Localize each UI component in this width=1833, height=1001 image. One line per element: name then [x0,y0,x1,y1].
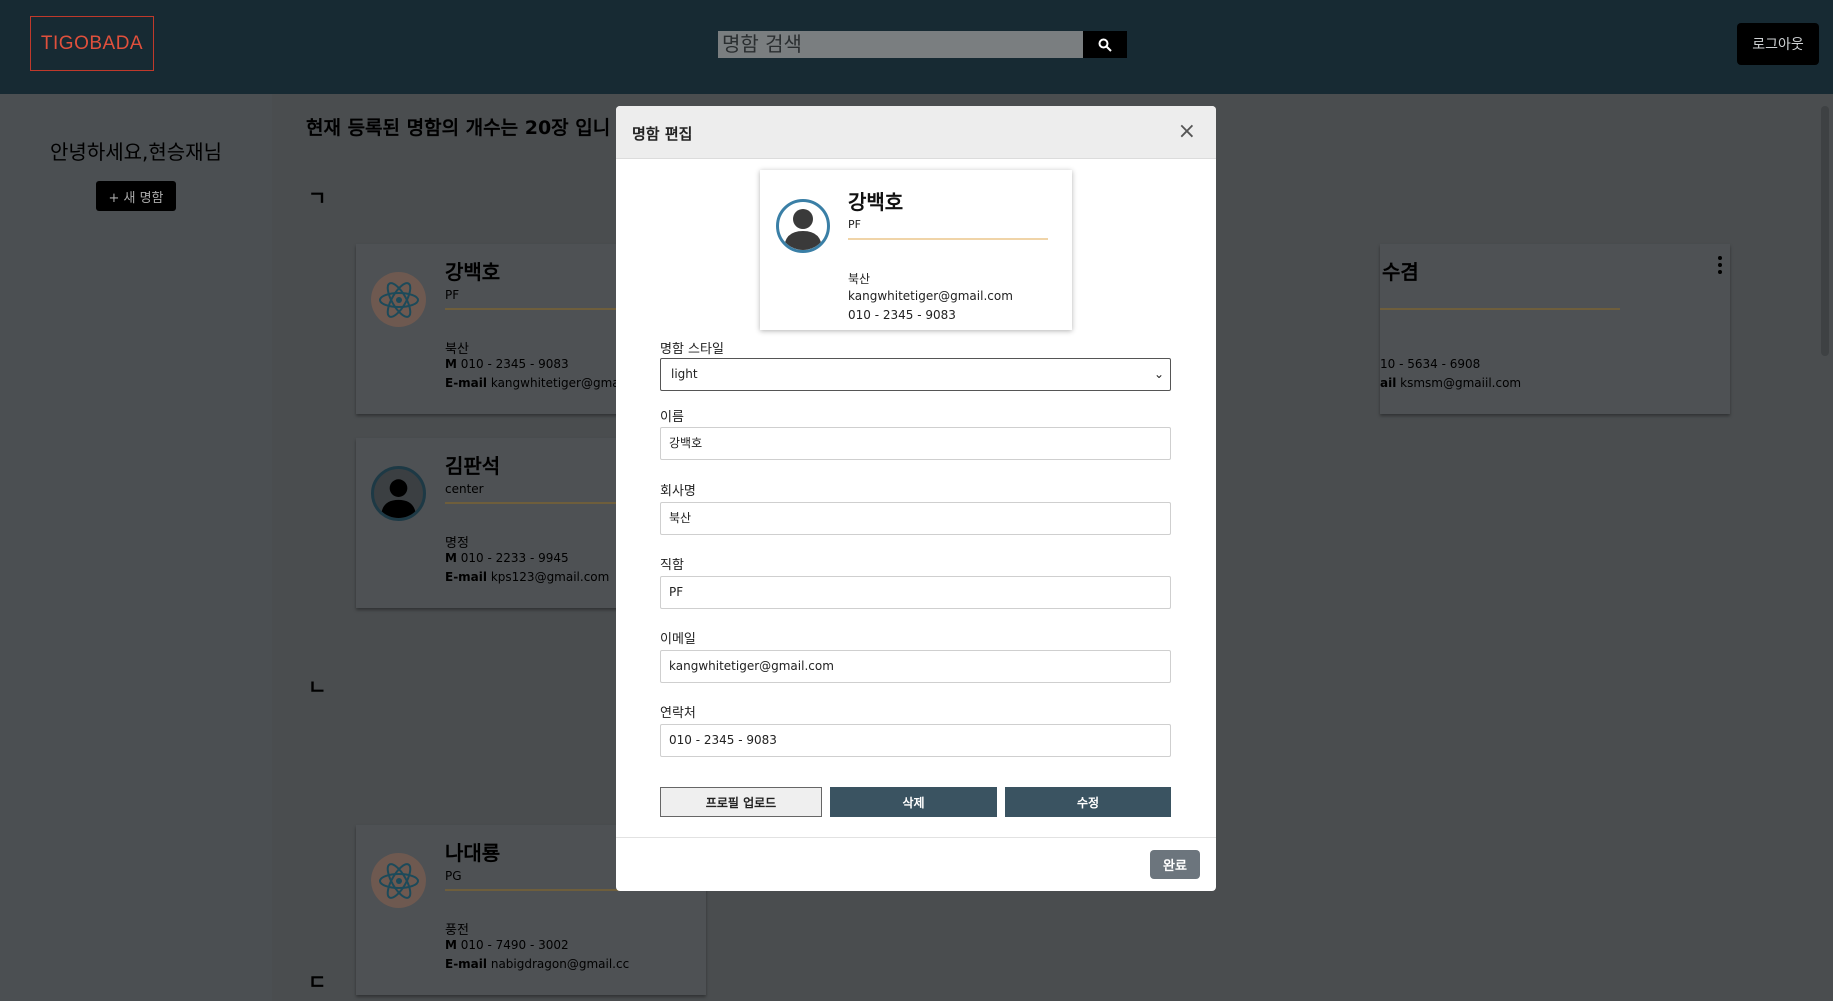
job-title-field[interactable]: PF [660,576,1171,609]
company-field[interactable]: 북산 [660,502,1171,535]
card-divider [1380,308,1620,310]
card-name: 강백호 [445,260,501,284]
modal-header: 명함 편집 × [616,106,1216,159]
delete-button[interactable]: 삭제 [830,787,997,817]
phone-label: 연락처 [660,706,696,721]
phone-value: 010 - 2233 - 9945 [460,551,569,565]
name-field[interactable]: 강백호 [660,427,1171,460]
card-email: E-mail kps123@gmail.com [445,570,609,584]
more-options-icon[interactable] [1718,256,1722,274]
card-company: 풍전 [445,923,469,938]
preview-company: 북산 [848,272,871,286]
preview-phone: 010 - 2345 - 9083 [848,308,956,322]
name-label: 이름 [660,410,684,425]
scrollbar-thumb[interactable] [1821,106,1829,356]
card-preview: 강백호 PF 북산 kangwhitetiger@gmail.com 010 -… [760,170,1072,330]
email-value: ksmsm@gmaiil.com [1400,376,1522,390]
phone-value: 010 - 2345 - 9083 [460,357,569,371]
card-phone: M 010 - 7490 - 3002 [445,938,569,952]
card-email: ail ksmsm@gmaiil.com [1380,376,1521,390]
page-scrollbar[interactable] [1817,94,1833,1001]
email-value: kps123@gmail.com [490,570,610,584]
email-label: ail [1380,376,1397,390]
job-title-label: 직함 [660,558,684,573]
card-company: 북산 [445,342,469,357]
close-icon[interactable]: × [1178,119,1196,144]
new-card-button[interactable]: + 새 명함 [96,181,176,211]
search-icon [1098,38,1112,52]
business-card[interactable]: 수겸 10 - 5634 - 6908 ail ksmsm@gmaiil.com [1380,244,1730,414]
email-label: 이메일 [660,632,696,647]
search-button[interactable] [1083,31,1127,58]
preview-divider [848,238,1048,240]
company-label: 회사명 [660,484,696,499]
chevron-down-icon: ⌄ [1153,367,1164,381]
section-header-giyeok: ㄱ [308,186,327,210]
greeting-text: 안녕하세요,현승재님 [50,140,222,164]
person-icon [776,199,830,253]
email-field[interactable]: kangwhitetiger@gmail.com [660,650,1171,683]
sidebar: 안녕하세요,현승재님 + 새 명함 [0,94,272,1001]
section-header-digeut: ㄷ [308,970,327,994]
email-label: E-mail [445,957,488,971]
email-value: nabigdragon@gmail.cc [490,957,630,971]
card-phone: M 010 - 2233 - 9945 [445,551,569,565]
card-phone: M 010 - 2345 - 9083 [445,357,569,371]
logo[interactable]: TIGOBADA [30,16,154,71]
modal-title: 명함 편집 [632,125,693,143]
section-header-nieun: ㄴ [308,675,327,699]
search-placeholder: 명함 검색 [722,32,802,56]
edit-card-modal: 명함 편집 × 강백호 PF 북산 kangwhitetiger@gmail.c… [616,106,1216,891]
card-name: 김판석 [445,454,501,478]
done-button[interactable]: 완료 [1150,850,1200,879]
phone-value: 010 - 7490 - 3002 [460,938,569,952]
card-name: 수겸 [1382,260,1419,284]
search-input[interactable]: 명함 검색 [718,31,1083,58]
upload-profile-button[interactable]: 프로필 업로드 [660,787,822,817]
email-label: E-mail [445,376,488,390]
top-header: TIGOBADA 명함 검색 로그아웃 [0,0,1833,94]
preview-email: kangwhitetiger@gmail.com [848,289,1013,303]
email-label: E-mail [445,570,488,584]
phone-field[interactable]: 010 - 2345 - 9083 [660,724,1171,757]
logout-button[interactable]: 로그아웃 [1737,23,1819,65]
card-role: PG [445,869,462,883]
phone-label: M [445,551,457,565]
logo-text: TIGOBADA [40,32,144,54]
modal-footer-divider [616,837,1216,838]
card-email: E-mail nabigdragon@gmail.cc [445,957,629,971]
card-email: E-mail kangwhitetiger@gmail. [445,376,630,390]
atom-icon [371,853,426,908]
style-label: 명함 스타일 [660,342,724,357]
card-role: PF [445,288,460,302]
card-name: 나대룡 [445,841,501,865]
edit-button[interactable]: 수정 [1005,787,1171,817]
style-select-value: light [671,367,698,381]
card-count-text: 현재 등록된 명함의 개수는 20장 입니 [306,117,611,139]
email-value: kangwhitetiger@gmail. [490,376,631,390]
phone-label: M [445,938,457,952]
style-select[interactable]: light ⌄ [660,358,1171,391]
preview-role: PF [848,218,861,231]
preview-name: 강백호 [848,190,904,214]
atom-icon [371,272,426,327]
card-role: center [445,482,484,496]
phone-label: M [445,357,457,371]
person-icon [371,466,426,521]
card-company: 명정 [445,536,469,551]
card-phone: 10 - 5634 - 6908 [1380,357,1481,371]
